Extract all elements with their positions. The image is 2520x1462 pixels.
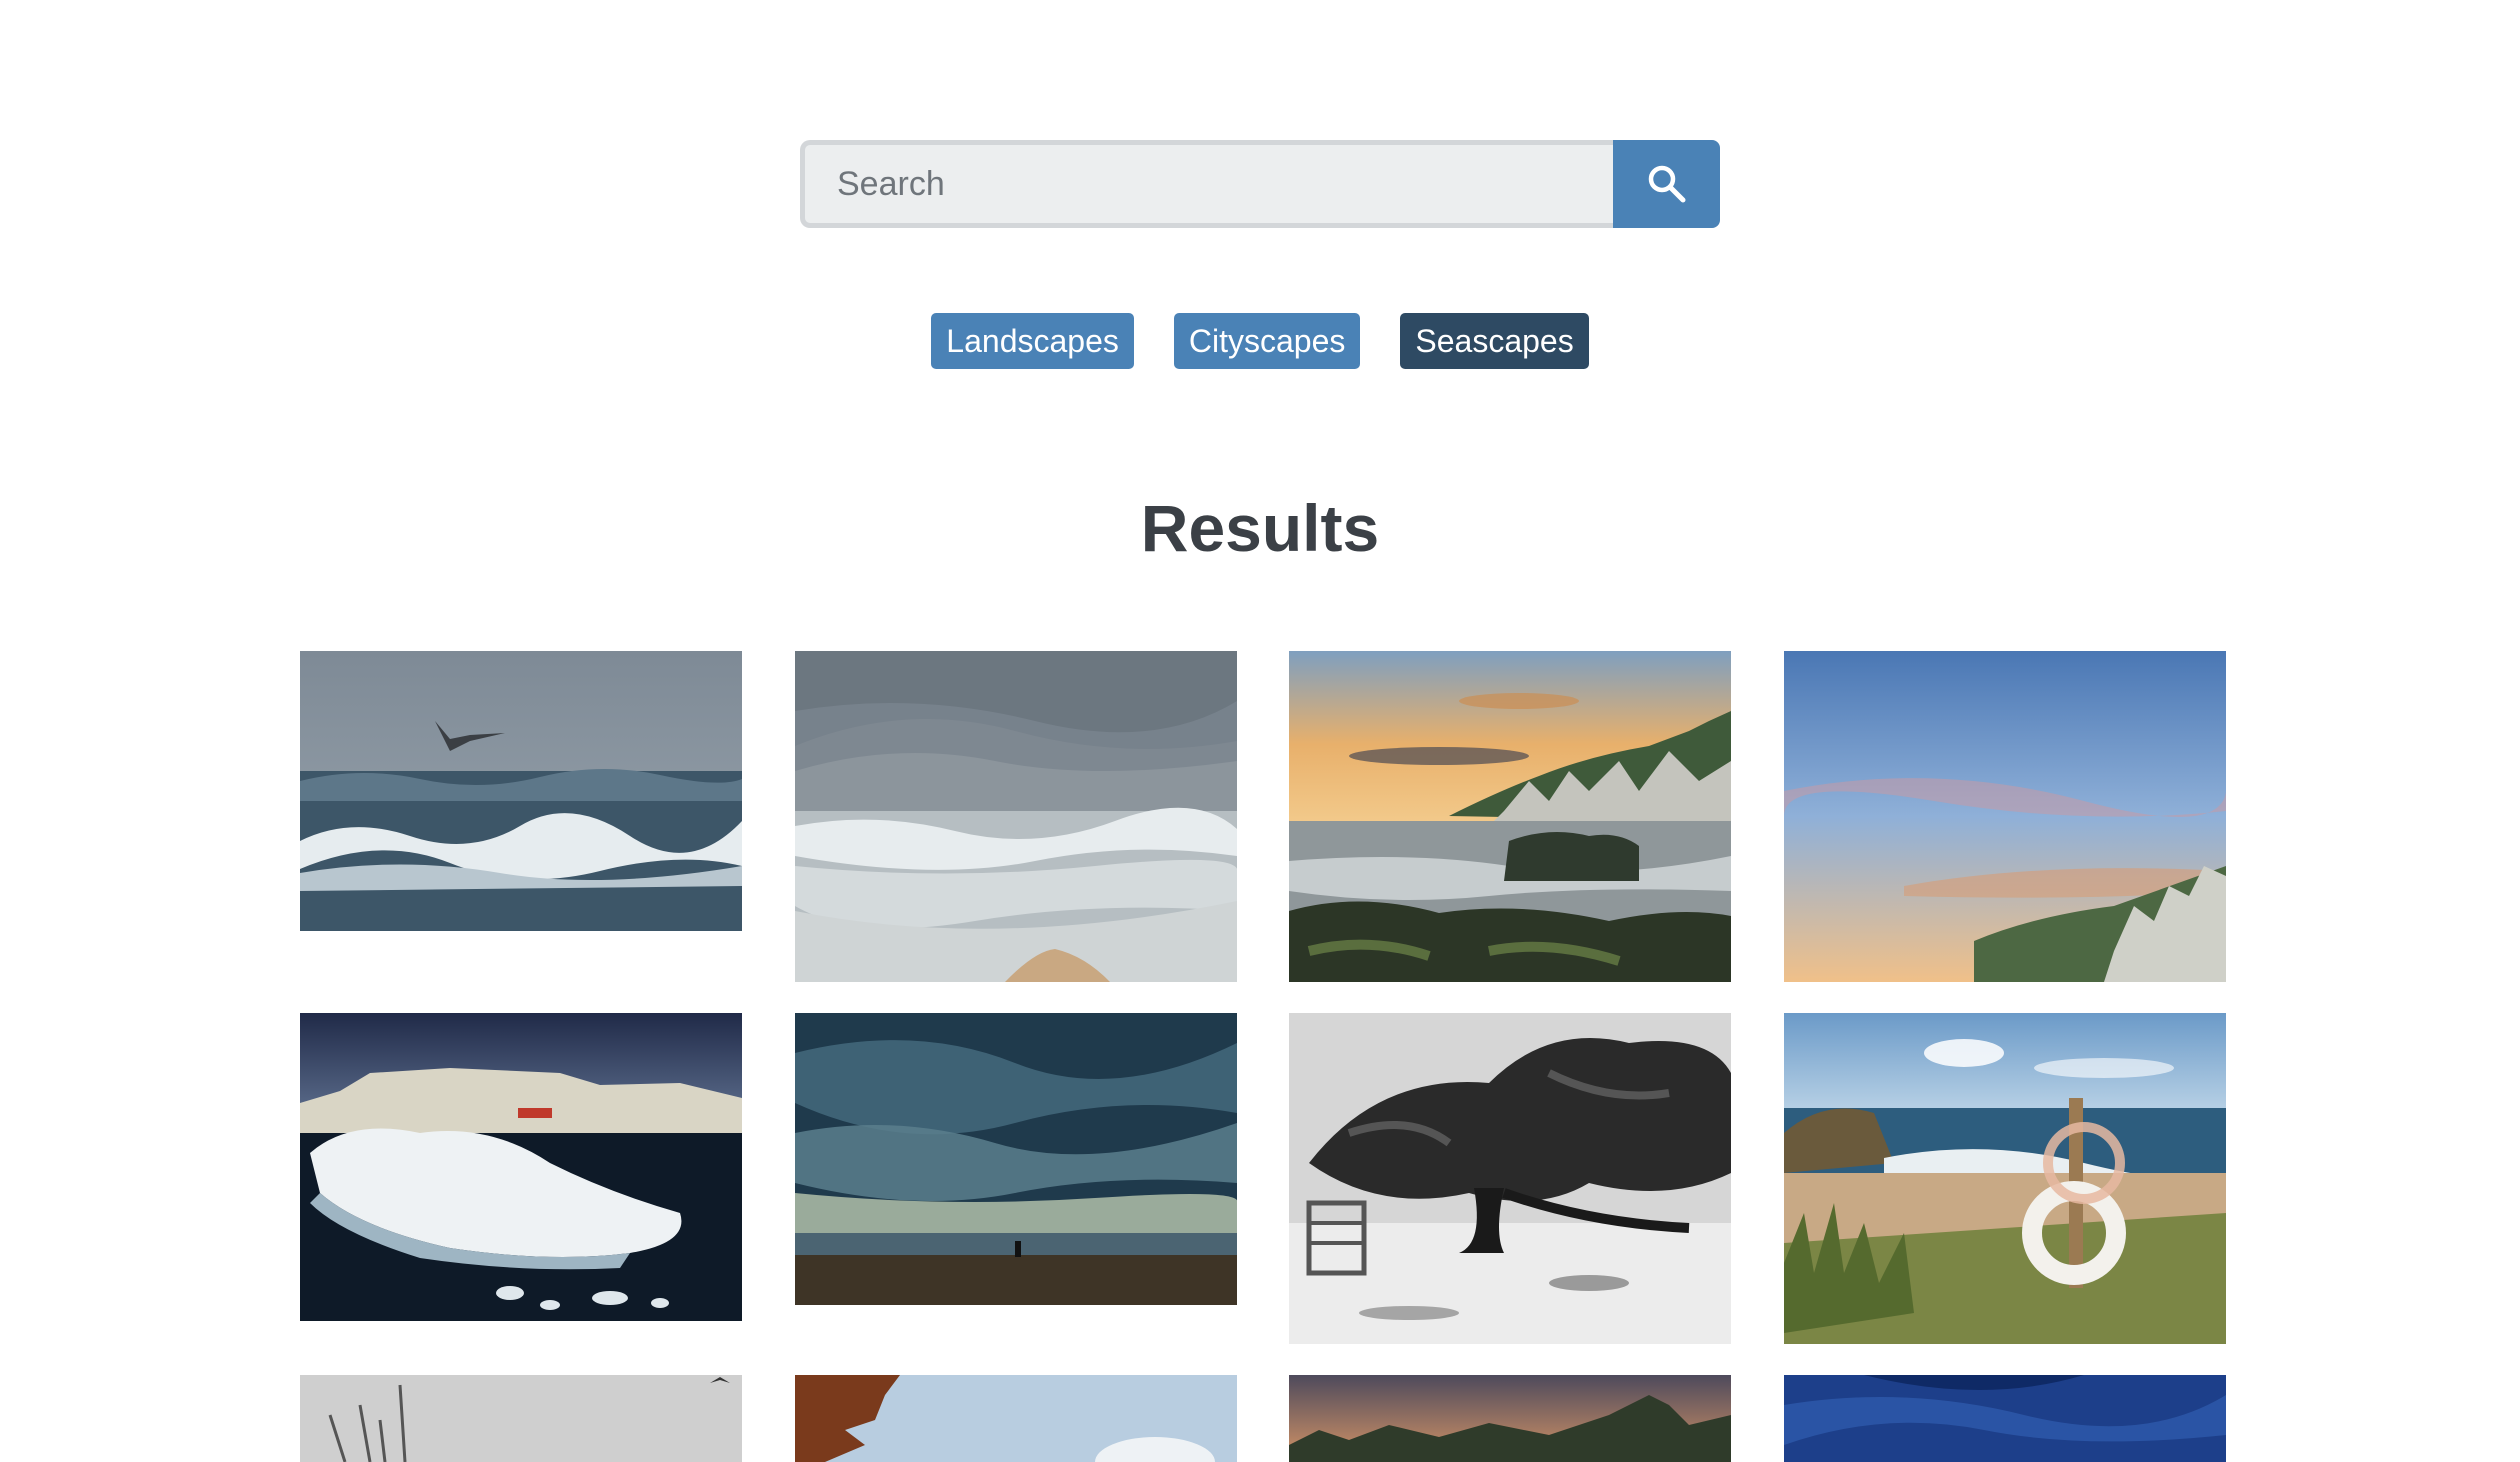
search-bar xyxy=(800,140,1720,228)
tag-seascapes[interactable]: Seascapes xyxy=(1400,313,1589,369)
result-image-cypress-tree-bw[interactable] xyxy=(1289,1013,1731,1344)
search-input[interactable] xyxy=(800,140,1613,228)
result-image-lifebuoy-beach[interactable] xyxy=(1784,1013,2226,1344)
tag-landscapes[interactable]: Landscapes xyxy=(931,313,1134,369)
category-tags: Landscapes Cityscapes Seascapes xyxy=(0,313,2520,369)
tag-cityscapes[interactable]: Cityscapes xyxy=(1173,313,1361,369)
result-image-stormy-waves-gull[interactable] xyxy=(300,651,742,931)
result-image-storm-clouds-beach[interactable] xyxy=(795,1013,1237,1305)
results-heading: Results xyxy=(1140,491,1380,565)
result-image-sunset-forest[interactable] xyxy=(1289,1375,1731,1462)
page: Landscapes Cityscapes Seascapes Results xyxy=(0,0,2520,1462)
search-icon xyxy=(1648,165,1685,203)
result-image-deep-blue-sky[interactable] xyxy=(1784,1375,2226,1462)
result-image-driftwood-sky[interactable] xyxy=(795,1375,1237,1462)
result-image-iceberg[interactable] xyxy=(300,1013,742,1321)
result-image-grass-bw[interactable] xyxy=(300,1375,742,1462)
result-image-pastel-sky-cliff[interactable] xyxy=(1784,651,2226,982)
result-image-sunset-cliffs-rocks[interactable] xyxy=(1289,651,1731,982)
search-button[interactable] xyxy=(1613,140,1720,228)
result-image-misty-shoreline[interactable] xyxy=(795,651,1237,982)
